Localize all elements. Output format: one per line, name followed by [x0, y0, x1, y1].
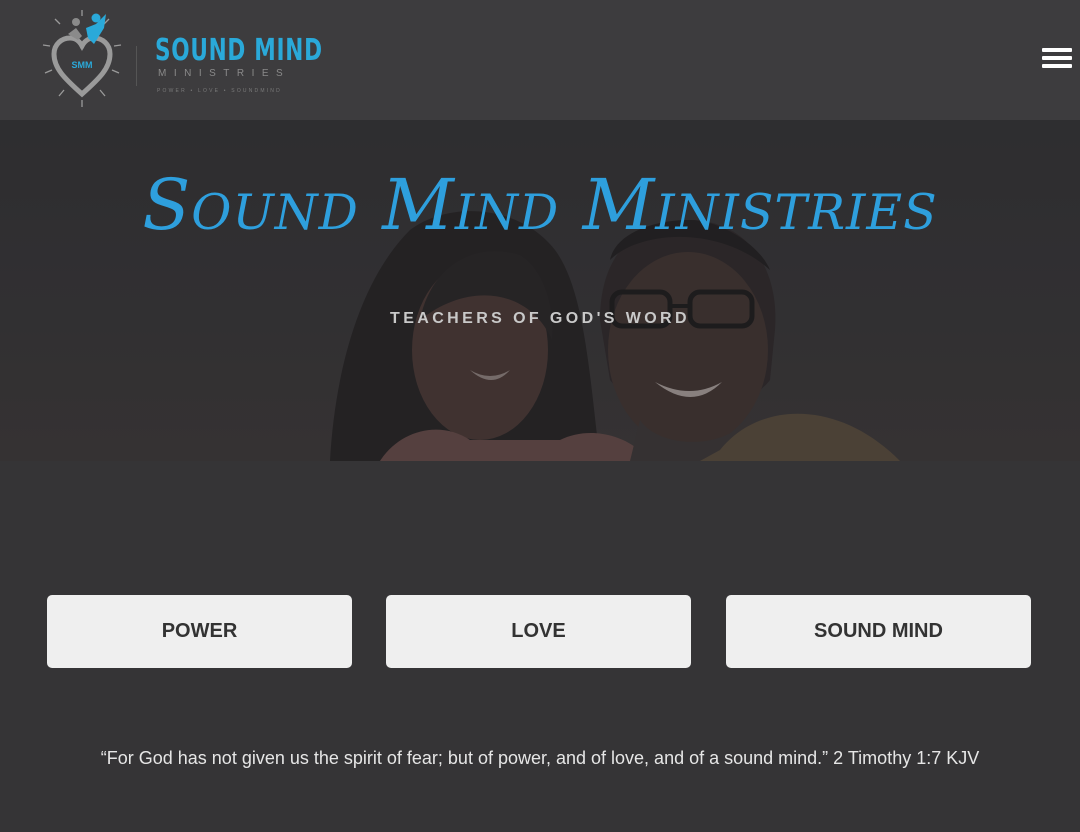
hero-tagline: TEACHERS OF GOD'S WORD [390, 310, 690, 327]
sound-mind-button[interactable]: SOUND MIND [726, 595, 1031, 668]
menu-bar [1042, 56, 1072, 60]
site-header: SMM SOUND MIND MINISTRIES POWER • LOVE •… [0, 0, 1080, 120]
menu-bar [1042, 64, 1072, 68]
scripture-quote: “For God has not given us the spirit of … [100, 748, 980, 768]
power-button[interactable]: POWER [47, 595, 352, 668]
logo-mark-text: SMM [72, 60, 93, 70]
logo-divider [136, 46, 137, 86]
logo-mark: SMM [42, 10, 122, 107]
pillar-buttons: POWER LOVE SOUND MIND [47, 595, 1032, 668]
hamburger-icon[interactable] [1042, 48, 1072, 72]
hero-banner: Sound Mind Ministries TEACHERS OF GOD'S … [0, 120, 1080, 461]
hero-title: Sound Mind Ministries [142, 164, 938, 246]
site-logo[interactable]: SMM SOUND MIND MINISTRIES POWER • LOVE •… [34, 8, 322, 112]
logo-tagline: POWER • LOVE • SOUNDMIND [157, 88, 282, 94]
love-button[interactable]: LOVE [386, 595, 691, 668]
menu-bar [1042, 48, 1072, 52]
logo-subtitle: MINISTRIES [158, 68, 291, 79]
logo-title: SOUND MIND [155, 33, 323, 68]
